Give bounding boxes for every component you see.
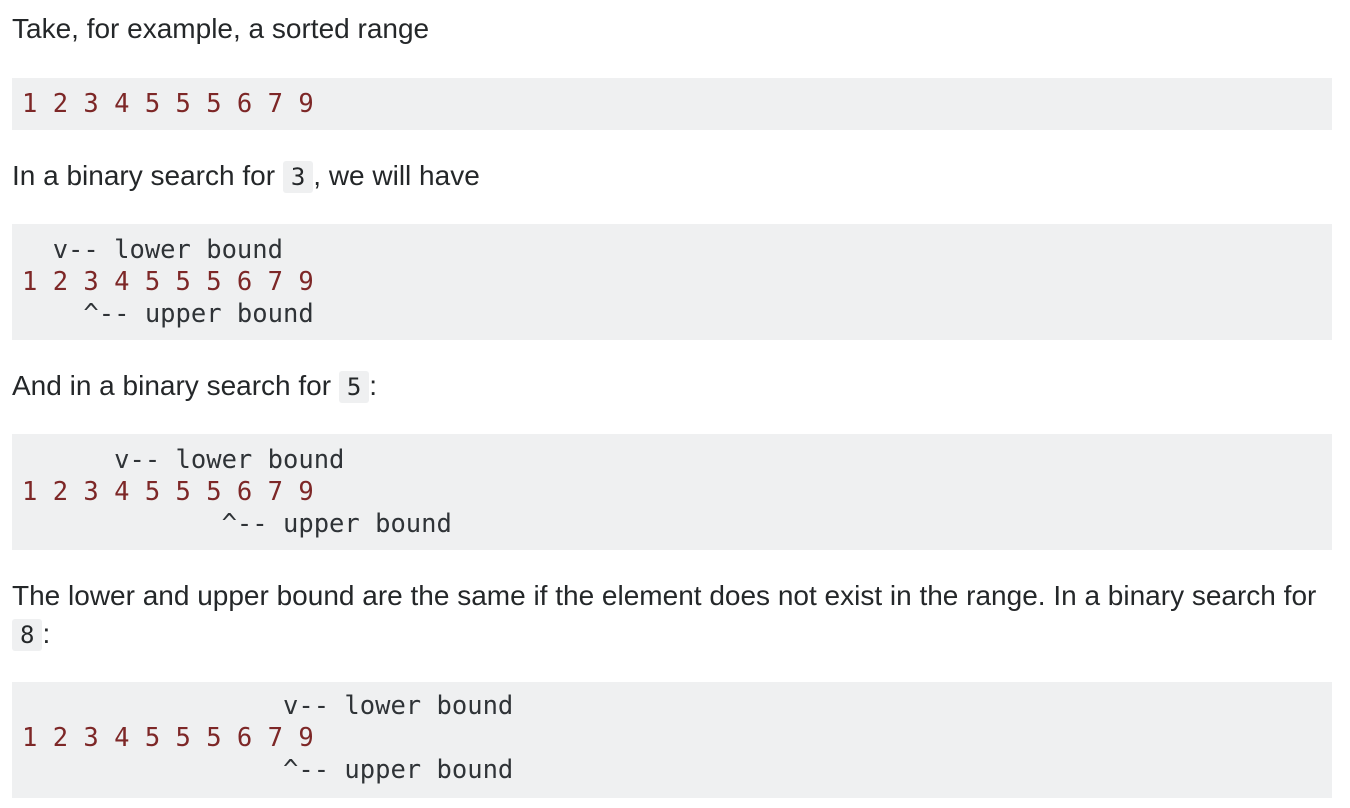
search-8-numbers-line: 1 2 3 4 5 5 5 6 7 9	[22, 723, 314, 753]
search-5-inline-code: 5	[338, 371, 370, 403]
search-3-code-block: v-- lower bound 1 2 3 4 5 5 5 6 7 9 ^-- u…	[12, 224, 1332, 340]
search-3-inline-code: 3	[282, 161, 314, 193]
sorted-range-code-block: 1 2 3 4 5 5 5 6 7 9	[12, 78, 1332, 130]
search-8-text-before: The lower and upper bound are the same i…	[12, 580, 1317, 611]
search-5-lower-bound-line: v-- lower bound	[22, 445, 345, 475]
range-numbers-line: 1 2 3 4 5 5 5 6 7 9	[22, 89, 314, 119]
search-3-text-before: In a binary search for	[12, 160, 283, 191]
search-3-paragraph: In a binary search for 3, we will have	[12, 157, 480, 196]
search-3-upper-bound-line: ^-- upper bound	[22, 299, 314, 329]
search-3-lower-bound-line: v-- lower bound	[22, 235, 283, 265]
search-8-upper-bound-line: ^-- upper bound	[22, 755, 514, 785]
search-8-lower-bound-line: v-- lower bound	[22, 691, 514, 721]
search-5-numbers-line: 1 2 3 4 5 5 5 6 7 9	[22, 477, 314, 507]
search-8-inline-code: 8	[12, 619, 43, 651]
intro-paragraph: Take, for example, a sorted range	[12, 13, 430, 44]
search-8-text-after: :	[42, 618, 51, 649]
search-8-code-block: v-- lower bound 1 2 3 4 5 5 5 6 7 9 ^-- u…	[12, 682, 1332, 798]
search-5-upper-bound-line: ^-- upper bound	[22, 509, 452, 539]
search-5-text-before: And in a binary search for	[12, 370, 339, 401]
search-5-text-after: :	[369, 370, 378, 401]
search-8-paragraph: The lower and upper bound are the same i…	[12, 577, 1332, 654]
search-3-numbers-line: 1 2 3 4 5 5 5 6 7 9	[22, 267, 314, 297]
search-5-paragraph: And in a binary search for 5:	[12, 367, 377, 406]
search-3-text-after: , we will have	[313, 160, 480, 191]
search-5-code-block: v-- lower bound 1 2 3 4 5 5 5 6 7 9 ^-- u…	[12, 434, 1332, 550]
